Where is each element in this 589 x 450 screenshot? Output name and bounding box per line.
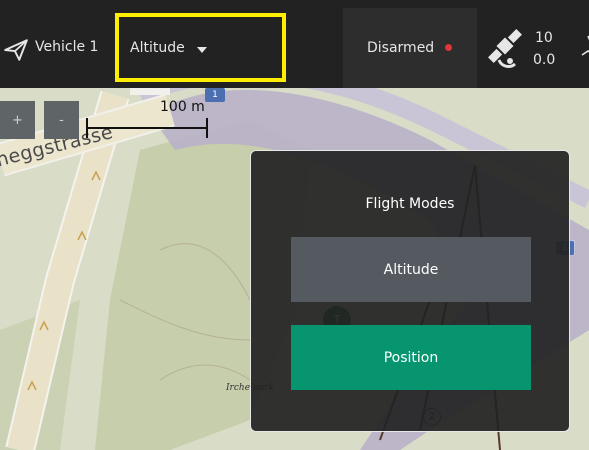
vehicle-label: Vehicle 1 (35, 39, 99, 55)
star-icon[interactable] (578, 34, 589, 56)
status-dot-icon (445, 44, 452, 51)
map-scale-bar (86, 118, 208, 138)
zoom-in-button[interactable]: + (0, 101, 35, 139)
top-toolbar: Vehicle 1 Altitude Disarmed 10 0.0 (0, 0, 589, 88)
flight-mode-selector[interactable]: Altitude (115, 13, 286, 82)
flight-mode-label: Altitude (130, 40, 185, 56)
gps-indicator[interactable]: 10 0.0 (478, 8, 568, 88)
zoom-out-label: - (59, 112, 64, 128)
arm-status-indicator[interactable]: Disarmed (343, 8, 477, 88)
mode-position-label: Position (383, 349, 439, 366)
flight-modes-popup: Flight Modes Altitude Position (250, 150, 570, 432)
mode-altitude-button[interactable]: Altitude (291, 237, 531, 302)
mode-altitude-label: Altitude (383, 261, 439, 278)
satellite-icon (488, 29, 522, 69)
route-badge-label: 1 (212, 90, 218, 100)
map-scale-label: 100 m (160, 99, 205, 115)
popup-title: Flight Modes (365, 196, 455, 212)
caret-down-icon (197, 47, 207, 53)
paper-plane-icon (4, 39, 28, 61)
satellite-count: 10 (535, 30, 553, 46)
zoom-out-button[interactable]: - (44, 101, 79, 139)
vehicle-selector[interactable]: Vehicle 1 (0, 8, 110, 88)
zoom-in-label: + (12, 112, 23, 128)
route-badge: 1 (205, 88, 225, 102)
arm-status-label: Disarmed (367, 40, 435, 56)
mode-position-button[interactable]: Position (291, 325, 531, 390)
gps-hdop: 0.0 (533, 52, 556, 68)
